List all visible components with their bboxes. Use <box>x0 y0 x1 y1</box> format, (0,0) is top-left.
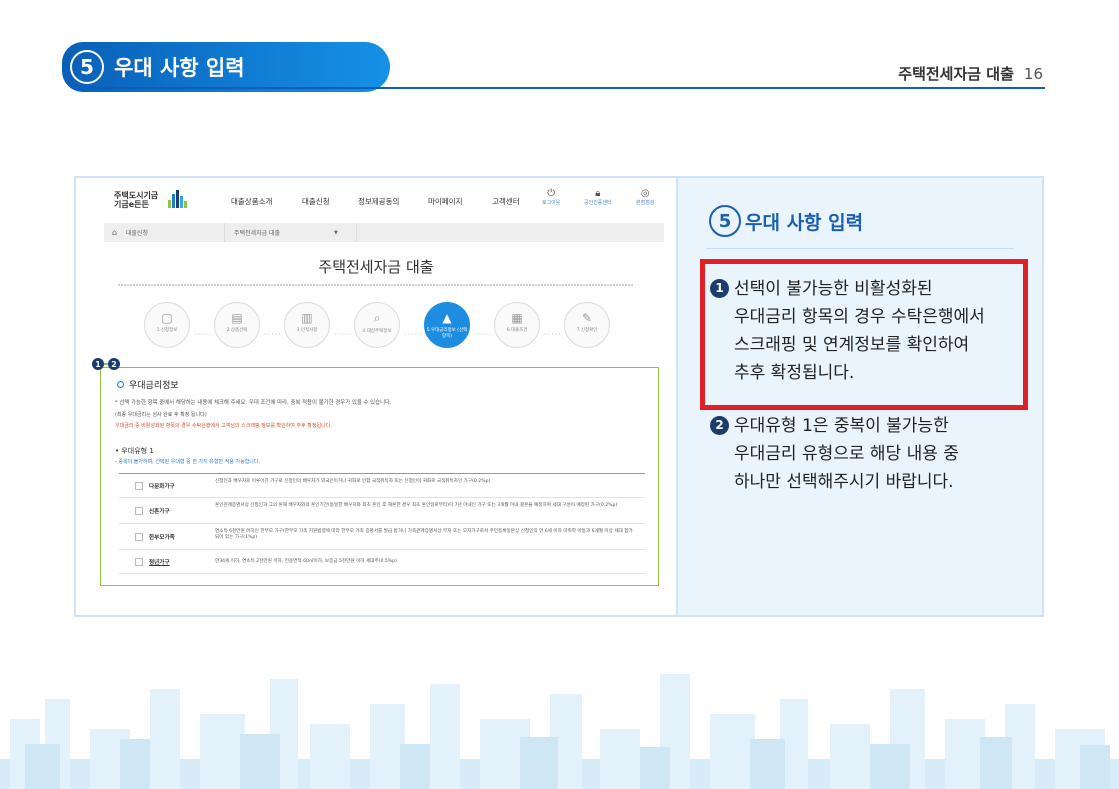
breadcrumb-apply[interactable]: 대출신청 <box>126 228 148 237</box>
breadcrumb-divider-2 <box>356 223 357 242</box>
breadcrumb-current[interactable]: 주택전세자금 대출 <box>234 228 280 237</box>
row-label: 다문화가구 <box>149 484 175 490</box>
checkbox-youth[interactable] <box>135 558 143 566</box>
step-2[interactable]: ▤ 2.상품선택 <box>214 302 260 348</box>
type-1-note: - 중복이 불가하며, 선택된 우대형 중 한 가지 유형만 적용 가능합니다. <box>115 459 261 465</box>
step-5-active[interactable]: ▲ 5.우대금리정보 (선택항목) <box>424 302 470 348</box>
page-title: 주택전세자금 대출 <box>318 258 434 276</box>
step-3[interactable]: ▥ 3.인적사항 <box>284 302 330 348</box>
step-6[interactable]: ▦ 6.대출조건 <box>494 302 540 348</box>
step-7-icon: ✎ <box>581 311 593 325</box>
row-desc: 만34세 이하, 연소득 2천만원 이하, 전용면적 60㎡이하, 보증금 5천… <box>215 559 397 564</box>
rate-section-title: 우대금리정보 <box>117 378 179 391</box>
note-2-badge: 2 <box>710 415 729 435</box>
callout-badge-1: 1 <box>92 358 104 370</box>
step-7[interactable]: ✎ 7.신청확인 <box>564 302 610 348</box>
step-7-label: 7.신청확인 <box>576 328 598 333</box>
embedded-screenshot: 주택도시기금 기금e든든 대출상품소개 대출신청 정보제공동의 마이페이지 고객… <box>76 178 676 615</box>
nav-mypage[interactable]: 마이페이지 <box>428 196 463 207</box>
util-cert-center[interactable]: 🔒︎ 공인인증센터 <box>584 188 612 206</box>
row-label: 한부모가족 <box>149 535 175 541</box>
note-1: 1 선택이 불가능한 비활성화된 우대금리 항목의 경우 수탁은행에서 스크래핑 … <box>710 275 1010 387</box>
breadcrumb: ⌂ 대출신청 주택전세자금 대출 ▼ <box>104 223 664 242</box>
table-row: 청년가구 만34세 이하, 연소득 2천만원 이하, 전용면적 60㎡이하, 보… <box>119 550 645 574</box>
step-1-label: 1.신청정보 <box>156 328 178 333</box>
step-2-icon: ▤ <box>231 311 243 325</box>
section-tab: 5 우대 사항 입력 <box>62 42 390 92</box>
step-3-icon: ▥ <box>301 311 313 325</box>
panel-number: 5 <box>709 205 741 237</box>
final-rate-note: (최종 우대금리는 심사 완료 후 확정 됩니다) <box>115 412 207 418</box>
panel-heading: 5 우대 사항 입력 <box>709 205 863 237</box>
checkbox-single-parent[interactable] <box>135 533 143 541</box>
city-skyline-decoration <box>0 674 1119 789</box>
doc-title-text: 주택전세자금 대출 <box>898 65 1014 83</box>
step-6-icon: ▦ <box>511 311 523 325</box>
nav-loan-apply[interactable]: 대출신청 <box>302 196 330 207</box>
row-label: 청년가구 <box>149 560 170 566</box>
step-1[interactable]: ▢ 1.신청정보 <box>144 302 190 348</box>
section-title: 우대 사항 입력 <box>114 56 245 80</box>
step-5-label: 5.우대금리정보 (선택항목) <box>426 328 468 339</box>
nav-consent[interactable]: 정보제공동의 <box>358 196 399 207</box>
callout-badges: 1 2 <box>92 358 120 370</box>
chevron-down-icon[interactable]: ▼ <box>334 230 338 236</box>
bullet-ring-icon <box>117 381 124 388</box>
logo-mark-icon <box>168 190 187 208</box>
instruction-line: * 선택 가능한 항목 중에서 해당하는 내용에 체크해 주세요. 우대 조건에… <box>115 400 392 406</box>
step-1-icon: ▢ <box>161 311 173 325</box>
section-number: 5 <box>70 50 104 84</box>
row-label: 신혼가구 <box>149 509 170 515</box>
nav-loan-products[interactable]: 대출상품소개 <box>231 196 272 207</box>
step-connector: ····· <box>334 330 352 339</box>
preferential-rate-section: 우대금리정보 * 선택 가능한 항목 중에서 해당하는 내용에 체크해 주세요.… <box>100 367 659 586</box>
step-5-icon: ▲ <box>442 311 452 325</box>
table-row: 한부모가족 연소득 6천만원 이하인 한부모 가구(한부모 가족 지원법령에 따… <box>119 524 645 550</box>
page-number: 16 <box>1023 65 1043 83</box>
logo-line1: 주택도시기금 <box>114 191 159 200</box>
content-frame: 주택도시기금 기금e든든 대출상품소개 대출신청 정보제공동의 마이페이지 고객… <box>74 176 1044 617</box>
panel-title: 우대 사항 입력 <box>745 211 864 234</box>
doc-title: 주택전세자금 대출 16 <box>898 63 1043 84</box>
row-desc: 연소득 6천만원 이하인 한부모 가구(한부모 가족 지원법령에 따라 한부모 … <box>215 529 633 541</box>
step-connector: ····· <box>474 330 492 339</box>
explanation-panel: 5 우대 사항 입력 1 선택이 불가능한 비활성화된 우대금리 항목의 경우 수… <box>676 178 1042 615</box>
row-desc: 혼인관계증명서상 신청인과 그의 원재 배우자와의 혼인기간(동일한 배우자와 … <box>215 503 618 508</box>
power-icon: ⏻ <box>547 188 556 199</box>
manual-page: 5 우대 사항 입력 주택전세자금 대출 16 주택도시기금 기금e든든 대출상… <box>0 0 1119 789</box>
logo-line2: 기금e든든 <box>114 200 149 209</box>
disabled-items-note: 우대금리 중 비활성화된 항목의 경우 수탁은행에서 고객님의 스크래핑 정보를… <box>115 423 332 429</box>
step-2-label: 2.상품선택 <box>226 328 248 333</box>
util-maintenance[interactable]: ◎ 본점점검 <box>636 188 654 206</box>
step-4-label: 4.대상주택정보 <box>362 329 392 334</box>
checkbox-multicultural[interactable] <box>135 482 143 490</box>
step-connector: ····· <box>544 330 562 339</box>
table-row: 신혼가구 혼인관계증명서상 신청인과 그의 원재 배우자와의 혼인기간(동일한 … <box>119 498 645 524</box>
panel-rule <box>706 248 1014 249</box>
step-connector: ····· <box>264 330 282 339</box>
step-3-label: 3.인적사항 <box>296 328 318 333</box>
note-1-badge: 1 <box>710 278 729 298</box>
step-connector: ····· <box>404 330 422 339</box>
step-4-icon: ⌕ <box>373 311 381 325</box>
title-rule <box>118 284 634 286</box>
nav-customer-center[interactable]: 고객센터 <box>492 196 520 207</box>
site-logo[interactable]: 주택도시기금 기금e든든 <box>114 191 158 209</box>
note-2: 2 우대유형 1은 중복이 불가능한 우대금리 유형으로 해당 내용 중 하나만 … <box>710 412 1010 496</box>
callout-badge-2: 2 <box>108 358 120 370</box>
step-4[interactable]: ⌕ 4.대상주택정보 <box>354 302 400 348</box>
preference-table: 다문화가구 신청인과 배우자로 이루어진 가구로 신청인의 배우자가 외국인이거… <box>119 473 645 574</box>
shield-icon: ◎ <box>640 188 650 199</box>
checkbox-newlywed[interactable] <box>135 507 143 515</box>
preference-type-1-heading: • 우대유형 1 <box>115 447 154 455</box>
home-icon[interactable]: ⌂ <box>112 228 117 237</box>
header-rule <box>74 87 1045 89</box>
row-desc: 신청인과 배우자로 이루어진 가구로 신청인의 배우자가 외국인이거나 귀화로 … <box>215 479 491 484</box>
step-connector: ····· <box>194 330 212 339</box>
util-logout[interactable]: ⏻ 로그아웃 <box>542 188 560 206</box>
step-6-label: 6.대출조건 <box>506 328 528 333</box>
table-row: 다문화가구 신청인과 배우자로 이루어진 가구로 신청인의 배우자가 외국인이거… <box>119 474 645 498</box>
breadcrumb-divider <box>224 223 225 242</box>
lock-icon: 🔒︎ <box>595 188 601 199</box>
